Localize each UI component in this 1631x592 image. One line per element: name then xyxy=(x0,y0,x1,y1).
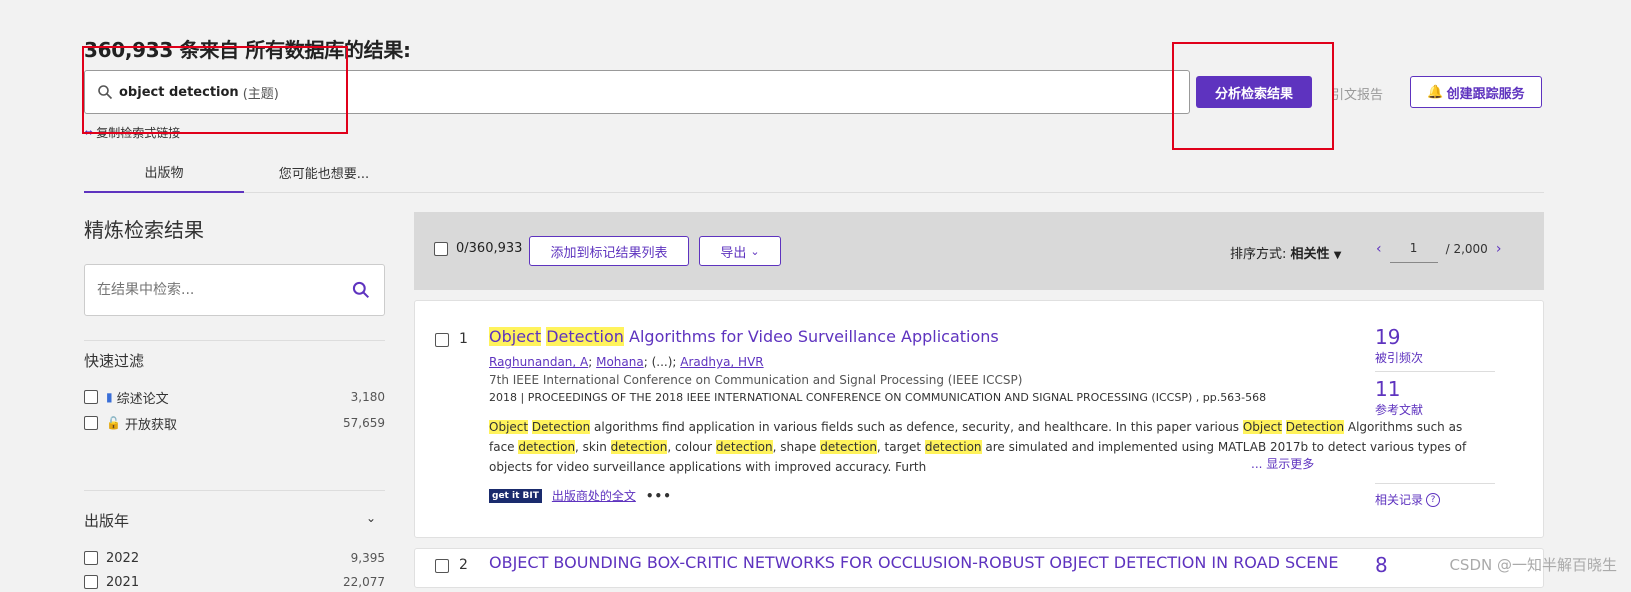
create-alert-label: 创建跟踪服务 xyxy=(1446,86,1525,102)
result-number: 2 xyxy=(459,557,468,573)
divider xyxy=(84,340,385,341)
citation-count[interactable]: 8 xyxy=(1375,553,1388,577)
citation-count[interactable]: 19 xyxy=(1375,325,1495,349)
export-label: 导出 xyxy=(720,245,747,261)
quick-filter-title: 快速过滤 xyxy=(84,352,145,370)
result-tabs: 出版物 您可能也想要... xyxy=(84,152,1544,193)
selected-count: 0/360,933 xyxy=(456,241,523,256)
refine-results-title: 精炼检索结果 xyxy=(84,218,204,242)
year-filter-label: 2022 xyxy=(106,550,140,566)
year-filter-2022[interactable]: 2022 9,395 xyxy=(84,548,385,568)
year-filter-count: 9,395 xyxy=(350,551,385,565)
related-records-label: 相关记录 xyxy=(1375,493,1424,507)
citation-count-label: 被引频次 xyxy=(1375,351,1424,365)
tab-you-may-also-like-label: 您可能也想要... xyxy=(278,166,370,182)
result-title-link[interactable]: Object Detection Algorithms for Video Su… xyxy=(489,327,999,346)
quick-filter-review[interactable]: ▮ 综述论文 3,180 xyxy=(84,387,385,407)
checkbox[interactable] xyxy=(84,416,98,430)
quick-filter-count: 57,659 xyxy=(343,416,385,430)
document-icon: ▮ xyxy=(106,390,113,404)
quick-filter-open-access[interactable]: 🔓 开放获取 57,659 xyxy=(84,413,385,433)
unlock-icon: 🔓 xyxy=(106,416,121,430)
select-all-checkbox[interactable] xyxy=(434,241,448,256)
next-page-icon[interactable]: › xyxy=(1496,241,1502,257)
refine-search-input[interactable] xyxy=(95,281,319,299)
select-all[interactable]: 0/360,933 xyxy=(434,241,522,256)
year-filter-count: 22,077 xyxy=(343,575,385,589)
reference-count-label: 参考文献 xyxy=(1375,403,1424,417)
divider xyxy=(84,490,385,491)
sort-label: 排序方式: xyxy=(1230,247,1287,262)
author-link[interactable]: Mohana xyxy=(596,355,644,369)
more-options-icon[interactable]: ••• xyxy=(646,489,672,503)
publisher-fulltext-link[interactable]: 出版商处的全文 xyxy=(552,487,636,504)
author-link[interactable]: Raghunandan, A xyxy=(489,355,588,369)
annotation-box-query xyxy=(82,46,348,134)
checkbox[interactable] xyxy=(84,390,98,404)
highlight-term: Detection xyxy=(546,327,624,346)
authors-ellipsis[interactable]: (...) xyxy=(652,355,673,369)
highlight-term: Object xyxy=(489,327,542,346)
chevron-down-icon: ⌄ xyxy=(750,244,760,258)
annotation-box-analyze xyxy=(1172,42,1334,150)
title-rest: Algorithms for Video Surveillance Applic… xyxy=(629,327,999,346)
total-pages: / 2,000 xyxy=(1445,241,1488,256)
quick-filter-label: 综述论文 xyxy=(116,391,169,407)
sort-value: 相关性 xyxy=(1290,247,1330,262)
result-card: 1 Object Detection Algorithms for Video … xyxy=(414,300,1544,538)
result-links: get it BIT 出版商处的全文 ••• xyxy=(489,487,672,504)
tab-publications-label: 出版物 xyxy=(144,166,184,181)
year-filter-2021[interactable]: 2021 22,077 xyxy=(84,572,385,592)
search-icon[interactable] xyxy=(352,281,370,299)
result-abstract: Object Detection algorithms find applica… xyxy=(489,420,1467,474)
result-metrics: 19 被引频次 11 参考文献 xyxy=(1375,325,1495,418)
bell-icon: 🔔 xyxy=(1427,84,1444,100)
result-title-link[interactable]: OBJECT BOUNDING BOX-CRITIC NETWORKS FOR … xyxy=(489,553,1338,572)
year-filter-label: 2021 xyxy=(106,574,140,590)
checkbox[interactable] xyxy=(84,575,98,589)
related-records-link[interactable]: 相关记录 ? xyxy=(1375,491,1441,508)
show-more-link[interactable]: ... 显示更多 xyxy=(1251,455,1314,472)
export-button[interactable]: 导出 ⌄ xyxy=(699,236,781,266)
divider xyxy=(1375,483,1495,484)
result-checkbox[interactable] xyxy=(435,333,449,347)
refine-search-box[interactable] xyxy=(84,264,385,316)
chevron-down-icon[interactable]: ⌄ xyxy=(366,511,376,525)
checkbox[interactable] xyxy=(84,551,98,565)
watermark: CSDN @一知半解百晓生 xyxy=(1449,556,1617,574)
add-to-marked-list-button[interactable]: 添加到标记结果列表 xyxy=(529,236,689,266)
caret-down-icon: ▼ xyxy=(1333,250,1342,261)
reference-count[interactable]: 11 xyxy=(1375,377,1495,401)
quick-filter-count: 3,180 xyxy=(350,390,385,404)
citation-report-button[interactable]: 引文报告 xyxy=(1331,84,1383,103)
result-card: 2 OBJECT BOUNDING BOX-CRITIC NETWORKS FO… xyxy=(414,548,1544,588)
create-alert-button[interactable]: 🔔 创建跟踪服务 xyxy=(1410,76,1542,108)
divider xyxy=(1375,371,1495,372)
author-link[interactable]: Aradhya, HVR xyxy=(680,355,763,369)
results-toolbar: 0/360,933 添加到标记结果列表 导出 ⌄ 排序方式: 相关性 ▼ ‹ 1… xyxy=(414,212,1544,290)
publication-year-title: 出版年 xyxy=(84,512,130,530)
result-publication-info: 2018 | PROCEEDINGS OF THE 2018 IEEE INTE… xyxy=(489,391,1267,404)
tab-you-may-also-like[interactable]: 您可能也想要... xyxy=(244,152,404,192)
result-number: 1 xyxy=(459,331,468,347)
result-conference: 7th IEEE International Conference on Com… xyxy=(489,373,1023,387)
result-checkbox[interactable] xyxy=(435,559,449,573)
get-it-bit-button[interactable]: get it BIT xyxy=(489,488,542,503)
pagination: ‹ 1 / 2,000 › xyxy=(1376,234,1501,263)
tab-publications[interactable]: 出版物 xyxy=(84,152,244,193)
page-number-input[interactable]: 1 xyxy=(1389,234,1438,263)
sort-by[interactable]: 排序方式: 相关性 ▼ xyxy=(1230,243,1341,262)
help-icon[interactable]: ? xyxy=(1426,492,1441,507)
previous-page-icon[interactable]: ‹ xyxy=(1376,241,1382,257)
result-authors: Raghunandan, A; Mohana; (...); Aradhya, … xyxy=(489,355,764,369)
quick-filter-label: 开放获取 xyxy=(124,417,177,433)
